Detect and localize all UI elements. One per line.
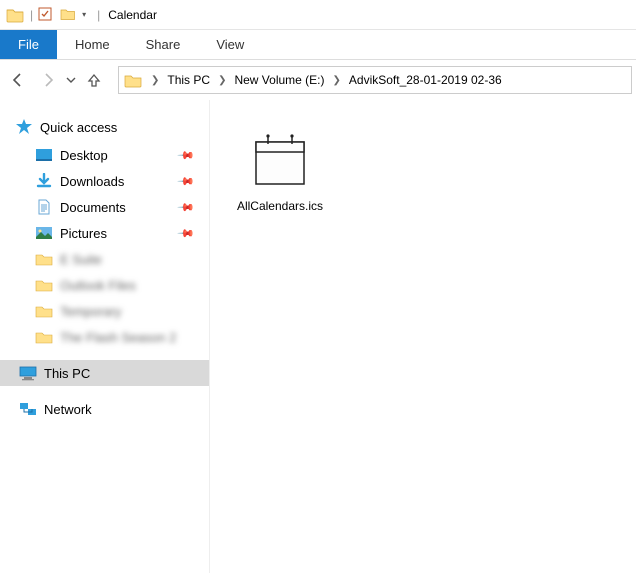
file-tab[interactable]: File	[0, 30, 57, 59]
sidebar-item-label: Downloads	[60, 174, 124, 189]
sidebar-item-folder[interactable]: Temporary	[0, 298, 209, 324]
network-icon	[18, 400, 38, 418]
separator: |	[30, 8, 33, 22]
sidebar-item-pictures[interactable]: Pictures 📌	[0, 220, 209, 246]
sidebar-item-label: Outlook Files	[60, 278, 136, 293]
folder-icon	[34, 328, 54, 346]
sidebar-item-label: This PC	[44, 366, 90, 381]
calendar-icon	[246, 129, 314, 191]
sidebar-item-label: Documents	[60, 200, 126, 215]
sidebar-item-thispc[interactable]: This PC	[0, 360, 209, 386]
sidebar-item-label: The Flash Season 2	[60, 330, 176, 345]
sidebar-item-label: Desktop	[60, 148, 108, 163]
sidebar-item-label: E Suite	[60, 252, 102, 267]
sidebar-item-label: Temporary	[60, 304, 121, 319]
pin-icon: 📌	[177, 172, 196, 191]
content-area: Quick access Desktop 📌 Downloads 📌	[0, 100, 636, 573]
newfolder-qat-icon[interactable]	[60, 7, 76, 23]
breadcrumb-drive[interactable]: New Volume (E:)	[228, 67, 330, 93]
sidebar-item-downloads[interactable]: Downloads 📌	[0, 168, 209, 194]
document-icon	[34, 198, 54, 216]
properties-qat-icon[interactable]	[38, 7, 54, 23]
forward-button[interactable]	[34, 66, 62, 94]
thispc-icon	[18, 364, 38, 382]
sidebar-item-label: Network	[44, 402, 92, 417]
file-name: AllCalendars.ics	[237, 199, 323, 213]
sidebar-item-folder[interactable]: Outlook Files	[0, 272, 209, 298]
navigation-pane: Quick access Desktop 📌 Downloads 📌	[0, 100, 210, 573]
folder-icon	[123, 71, 143, 89]
quick-access-label: Quick access	[40, 120, 117, 135]
tab-view[interactable]: View	[198, 30, 262, 59]
folder-icon	[34, 302, 54, 320]
folder-icon	[34, 250, 54, 268]
sidebar-item-documents[interactable]: Documents 📌	[0, 194, 209, 220]
sidebar-item-folder[interactable]: E Suite	[0, 246, 209, 272]
file-list[interactable]: AllCalendars.ics	[210, 100, 636, 573]
sidebar-item-label: Pictures	[60, 226, 107, 241]
chevron-right-icon[interactable]: ❯	[331, 75, 343, 86]
breadcrumb-thispc[interactable]: This PC	[161, 67, 216, 93]
pin-icon: 📌	[177, 224, 196, 243]
folder-icon	[34, 276, 54, 294]
window-title: Calendar	[108, 8, 157, 22]
up-button[interactable]	[80, 66, 108, 94]
tab-share[interactable]: Share	[128, 30, 199, 59]
pin-icon: 📌	[177, 146, 196, 165]
pictures-icon	[34, 224, 54, 242]
file-item[interactable]: AllCalendars.ics	[220, 122, 340, 220]
separator: |	[97, 8, 100, 22]
chevron-right-icon[interactable]: ❯	[149, 75, 161, 86]
chevron-right-icon[interactable]: ❯	[216, 75, 228, 86]
nav-bar: ❯ This PC ❯ New Volume (E:) ❯ AdvikSoft_…	[0, 60, 636, 100]
sidebar-item-desktop[interactable]: Desktop 📌	[0, 142, 209, 168]
pin-icon: 📌	[177, 198, 196, 217]
ribbon-tabs: File Home Share View	[0, 30, 636, 60]
breadcrumb-folder[interactable]: AdvikSoft_28-01-2019 02-36	[343, 67, 508, 93]
star-icon	[14, 118, 34, 136]
qat-dropdown-icon[interactable]: ▾	[82, 7, 92, 23]
title-bar: | ▾ | Calendar	[0, 0, 636, 30]
tab-home[interactable]: Home	[57, 30, 128, 59]
download-icon	[34, 172, 54, 190]
address-bar[interactable]: ❯ This PC ❯ New Volume (E:) ❯ AdvikSoft_…	[118, 66, 632, 94]
recent-dropdown[interactable]	[64, 66, 78, 94]
quick-access-section: Quick access Desktop 📌 Downloads 📌	[0, 114, 209, 350]
sidebar-item-network[interactable]: Network	[0, 396, 209, 422]
folder-icon	[6, 7, 24, 23]
sidebar-item-folder[interactable]: The Flash Season 2	[0, 324, 209, 350]
quick-access-header[interactable]: Quick access	[0, 114, 209, 142]
desktop-icon	[34, 146, 54, 164]
back-button[interactable]	[4, 66, 32, 94]
